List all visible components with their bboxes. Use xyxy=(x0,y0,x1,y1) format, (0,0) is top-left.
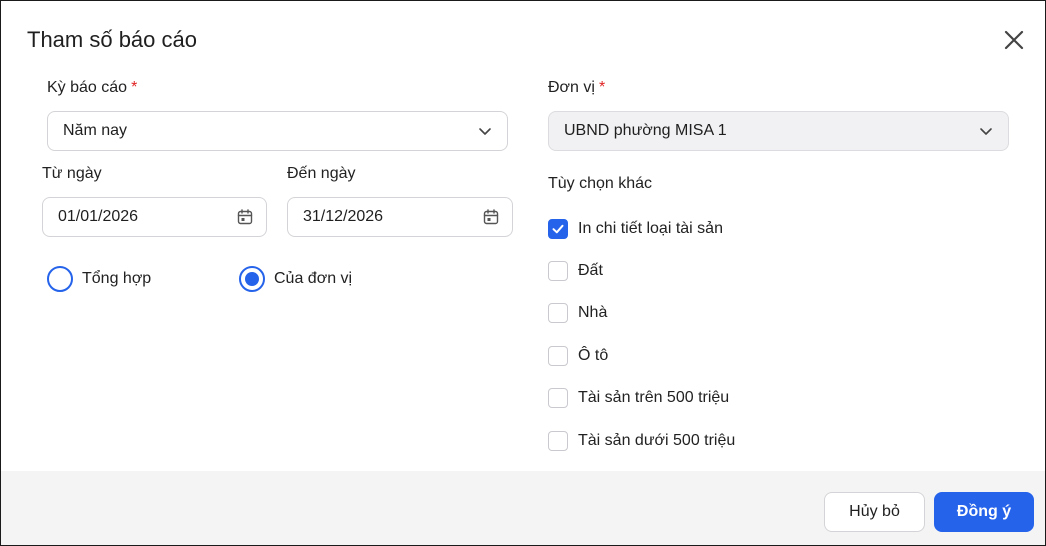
radio-summary[interactable]: Tổng hợp xyxy=(47,266,151,292)
cancel-button[interactable]: Hủy bỏ xyxy=(824,492,925,532)
to-date-input[interactable] xyxy=(303,208,482,226)
report-period-label-text: Kỳ báo cáo xyxy=(47,79,128,96)
checkbox-print-asset-type-detail[interactable]: In chi tiết loại tài sản xyxy=(548,219,723,239)
required-mark: * xyxy=(131,79,138,96)
report-period-label: Kỳ báo cáo * xyxy=(47,79,137,97)
checkbox-box-checked xyxy=(548,219,568,239)
checkbox-box xyxy=(548,303,568,323)
chevron-down-icon xyxy=(477,123,493,139)
checkbox-label: In chi tiết loại tài sản xyxy=(578,220,723,237)
calendar-icon[interactable] xyxy=(236,208,254,226)
checkbox-box xyxy=(548,388,568,408)
close-icon xyxy=(1004,30,1024,50)
checkbox-label: Ô tô xyxy=(578,347,609,364)
dialog-title: Tham số báo cáo xyxy=(27,27,197,52)
checkbox-label: Tài sản dưới 500 triệu xyxy=(578,432,736,449)
to-date-field xyxy=(287,197,513,237)
to-date-label: Đến ngày xyxy=(287,165,356,182)
checkmark-icon xyxy=(551,222,565,236)
chevron-down-icon xyxy=(978,123,994,139)
from-date-label: Từ ngày xyxy=(42,165,102,182)
unit-value: UBND phường MISA 1 xyxy=(564,122,727,139)
checkbox-label: Nhà xyxy=(578,304,608,321)
checkbox-label: Đất xyxy=(578,262,603,279)
radio-circle-selected xyxy=(239,266,265,292)
checkbox-assets-over-500m[interactable]: Tài sản trên 500 triệu xyxy=(548,388,729,408)
unit-label: Đơn vị * xyxy=(548,79,605,97)
checkbox-box xyxy=(548,431,568,451)
report-parameters-dialog: Tham số báo cáo Kỳ báo cáo * Năm nay Đơn … xyxy=(0,0,1046,546)
checkbox-house[interactable]: Nhà xyxy=(548,303,607,323)
checkbox-land[interactable]: Đất xyxy=(548,261,603,281)
unit-label-text: Đơn vị xyxy=(548,79,595,96)
required-mark: * xyxy=(598,79,606,96)
calendar-icon[interactable] xyxy=(482,208,500,226)
radio-dot xyxy=(245,272,259,286)
checkbox-label: Tài sản trên 500 triệu xyxy=(578,389,730,406)
checkbox-box xyxy=(548,346,568,366)
from-date-field xyxy=(42,197,267,237)
report-period-value: Năm nay xyxy=(63,122,128,139)
checkbox-assets-under-500m[interactable]: Tài sản dưới 500 triệu xyxy=(548,431,735,451)
checkbox-box xyxy=(548,261,568,281)
report-period-select[interactable]: Năm nay xyxy=(47,111,508,151)
checkbox-car[interactable]: Ô tô xyxy=(548,346,608,366)
close-button[interactable] xyxy=(997,23,1031,57)
radio-summary-label: Tổng hợp xyxy=(82,270,152,287)
ok-button[interactable]: Đồng ý xyxy=(934,492,1034,532)
from-date-input[interactable] xyxy=(58,208,236,226)
radio-circle-unselected xyxy=(47,266,73,292)
radio-own-unit[interactable]: Của đơn vị xyxy=(239,266,352,292)
unit-select[interactable]: UBND phường MISA 1 xyxy=(548,111,1009,151)
other-options-label: Tùy chọn khác xyxy=(548,175,653,192)
radio-own-unit-label: Của đơn vị xyxy=(274,270,353,287)
